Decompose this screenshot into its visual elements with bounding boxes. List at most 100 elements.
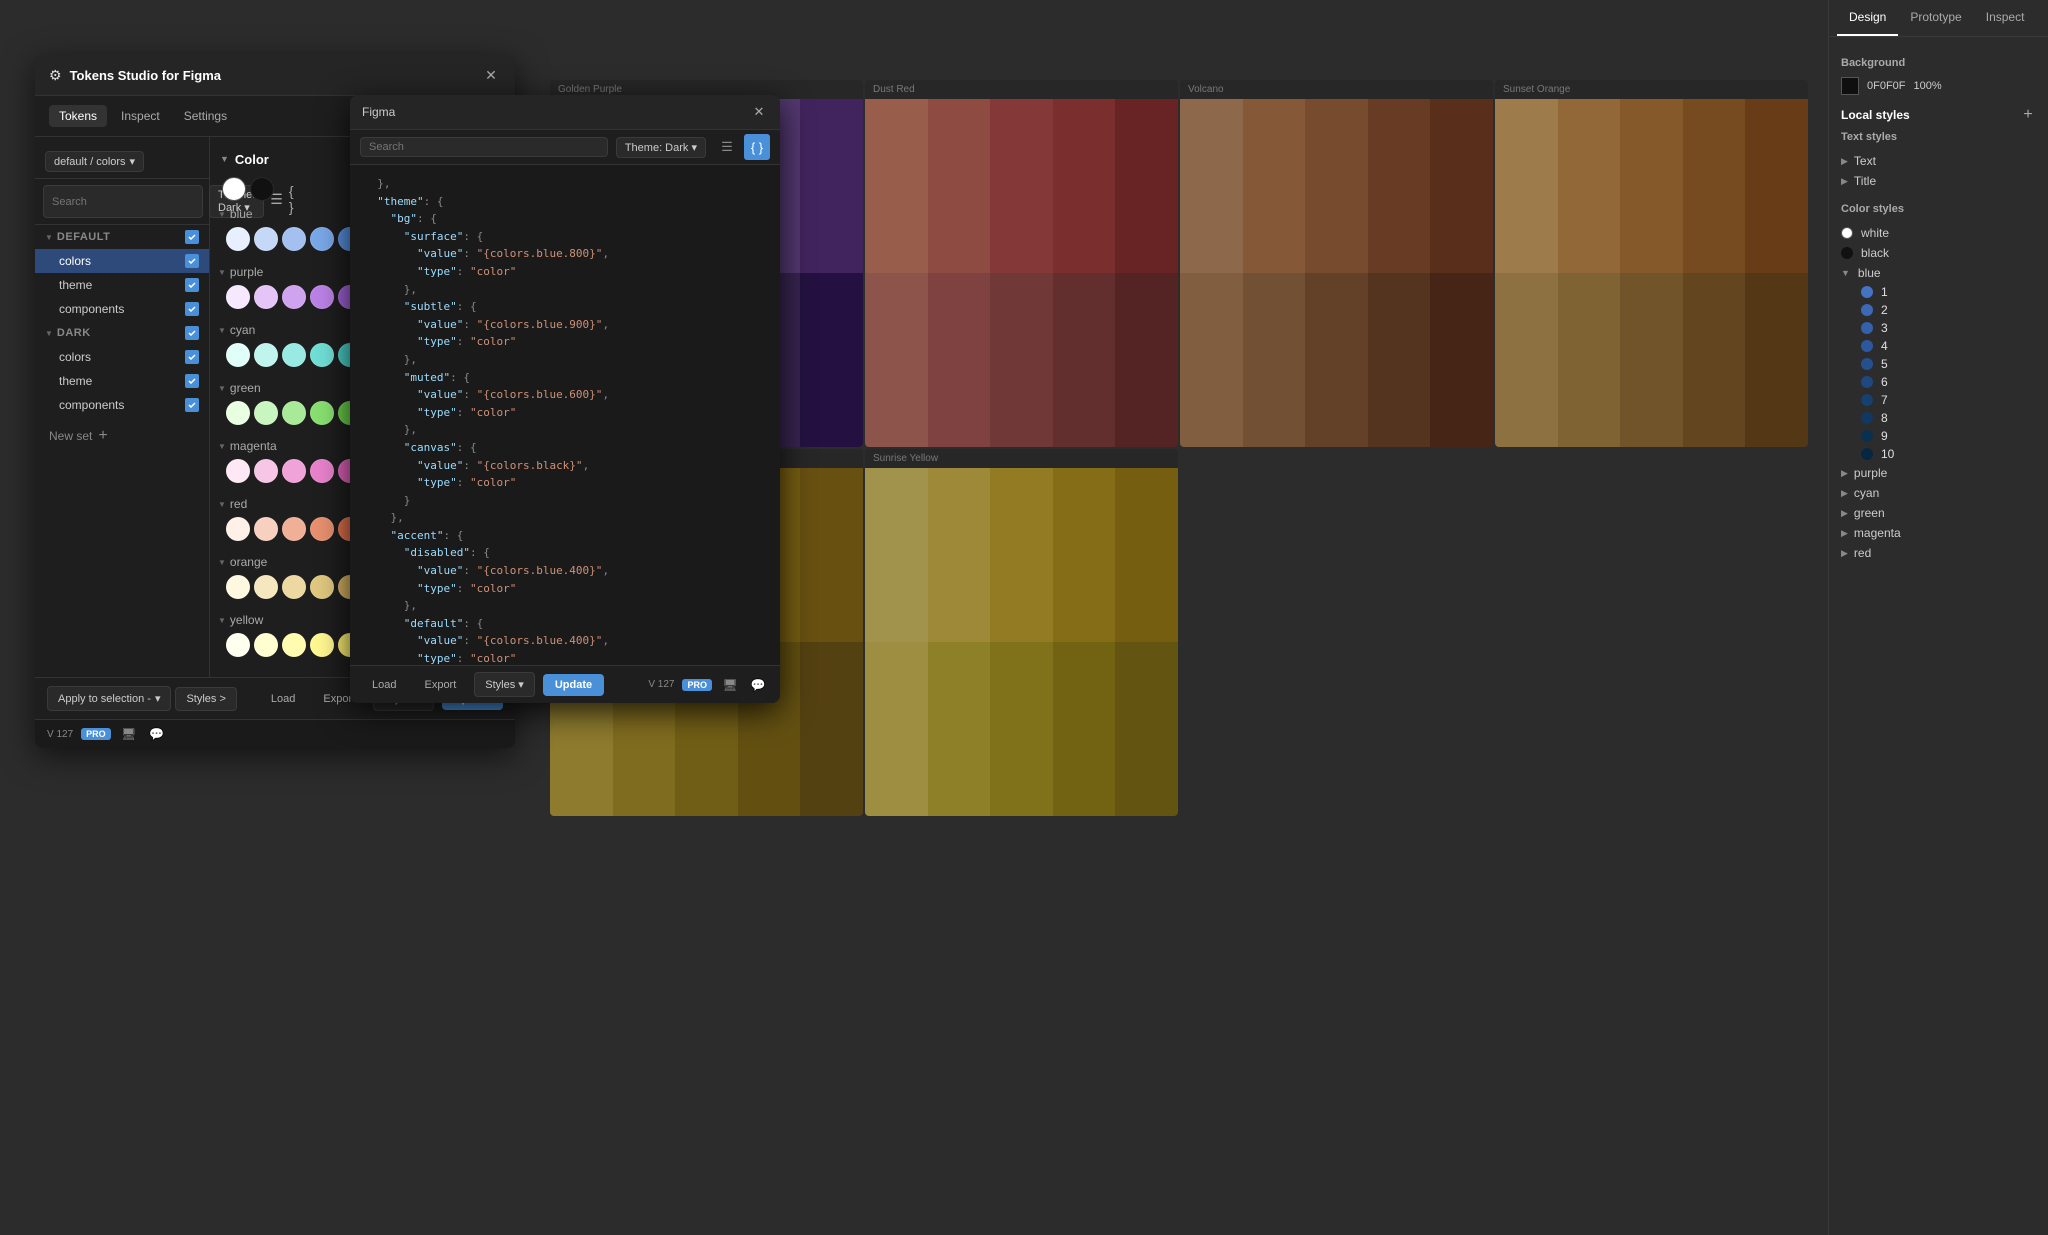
theme-checkbox[interactable] (185, 278, 199, 292)
red-swatch-2[interactable] (254, 517, 278, 541)
blue-swatch-2[interactable] (254, 227, 278, 251)
palette-swatch (1368, 99, 1431, 273)
sidebar-group-default[interactable]: ▼ default (35, 225, 209, 249)
magenta-swatch-4[interactable] (310, 459, 334, 483)
close-button[interactable]: ✕ (481, 65, 501, 85)
dark-colors-checkbox[interactable] (185, 350, 199, 364)
json-search-input[interactable] (360, 137, 608, 157)
path-selector[interactable]: default / colors ▾ (45, 151, 144, 172)
blue-swatch-4[interactable] (310, 227, 334, 251)
style-group-red[interactable]: ▶ red (1841, 543, 2036, 563)
blue-8-item[interactable]: 8 (1861, 409, 2036, 427)
new-set-button[interactable]: New set + (35, 421, 209, 451)
style-group-green[interactable]: ▶ green (1841, 503, 2036, 523)
json-load-button[interactable]: Load (362, 674, 406, 696)
json-close-button[interactable]: ✕ (750, 103, 768, 121)
style-group-purple[interactable]: ▶ purple (1841, 463, 2036, 483)
load-button[interactable]: Load (261, 688, 305, 710)
red-swatch-1[interactable] (226, 517, 250, 541)
magenta-swatch-3[interactable] (282, 459, 306, 483)
style-group-cyan[interactable]: ▶ cyan (1841, 483, 2036, 503)
sidebar-item-theme[interactable]: theme (35, 273, 209, 297)
cyan-swatch-3[interactable] (282, 343, 306, 367)
styles-button[interactable]: Styles > (175, 687, 236, 711)
green-swatch-1[interactable] (226, 401, 250, 425)
black-swatch[interactable] (250, 177, 274, 201)
json-styles-dropdown[interactable]: Styles ▾ (474, 672, 535, 697)
tab-inspect[interactable]: Inspect (1974, 0, 2037, 36)
sidebar-item-components[interactable]: components (35, 297, 209, 321)
colors-checkbox[interactable] (185, 254, 199, 268)
comment-icon[interactable]: 💬 (147, 724, 167, 744)
purple-swatch-3[interactable] (282, 285, 306, 309)
yellow-swatch-2[interactable] (254, 633, 278, 657)
components-checkbox[interactable] (185, 302, 199, 316)
color-style-white[interactable]: white (1841, 223, 2036, 243)
style-group-text[interactable]: ▶ Text (1841, 151, 2036, 171)
add-local-style-button[interactable]: + (2020, 107, 2036, 123)
yellow-swatch-3[interactable] (282, 633, 306, 657)
dark-checkbox[interactable] (185, 326, 199, 340)
blue-9-item[interactable]: 9 (1861, 427, 2036, 445)
blue-swatch-3[interactable] (282, 227, 306, 251)
style-group-magenta[interactable]: ▶ magenta (1841, 523, 2036, 543)
json-desktop-icon[interactable]: 🖥 (720, 675, 740, 695)
yellow-swatch-4[interactable] (310, 633, 334, 657)
cyan-swatch-1[interactable] (226, 343, 250, 367)
color-style-black[interactable]: black (1841, 243, 2036, 263)
json-code-view[interactable]: { } (744, 134, 770, 160)
blue-2-item[interactable]: 2 (1861, 301, 2036, 319)
desktop-icon[interactable]: 🖥 (119, 724, 139, 744)
tab-inspect[interactable]: Inspect (111, 105, 170, 127)
red-swatch-4[interactable] (310, 517, 334, 541)
color-style-blue[interactable]: ▼ blue (1841, 263, 2036, 283)
purple-swatch-2[interactable] (254, 285, 278, 309)
green-swatch-4[interactable] (310, 401, 334, 425)
style-group-title[interactable]: ▶ Title (1841, 171, 2036, 191)
tab-tokens[interactable]: Tokens (49, 105, 107, 127)
cyan-swatch-2[interactable] (254, 343, 278, 367)
orange-swatch-4[interactable] (310, 575, 334, 599)
white-swatch[interactable] (222, 177, 246, 201)
sidebar-item-dark-components[interactable]: components (35, 393, 209, 417)
blue-7-item[interactable]: 7 (1861, 391, 2036, 409)
sidebar-item-colors[interactable]: colors (35, 249, 209, 273)
sidebar-item-dark-theme[interactable]: theme (35, 369, 209, 393)
magenta-swatch-2[interactable] (254, 459, 278, 483)
sidebar-item-dark-colors[interactable]: colors (35, 345, 209, 369)
red-swatch-3[interactable] (282, 517, 306, 541)
blue-4-item[interactable]: 4 (1861, 337, 2036, 355)
green-swatch-2[interactable] (254, 401, 278, 425)
yellow-swatch-1[interactable] (226, 633, 250, 657)
palette-swatches-grid (865, 99, 1178, 447)
dark-components-checkbox[interactable] (185, 398, 199, 412)
purple-swatch-4[interactable] (310, 285, 334, 309)
json-export-button[interactable]: Export (414, 674, 466, 696)
orange-swatch-2[interactable] (254, 575, 278, 599)
cyan-swatch-4[interactable] (310, 343, 334, 367)
blue-6-item[interactable]: 6 (1861, 373, 2036, 391)
tab-settings[interactable]: Settings (174, 105, 237, 127)
orange-swatch-1[interactable] (226, 575, 250, 599)
default-checkbox[interactable] (185, 230, 199, 244)
blue-10-item[interactable]: 10 (1861, 445, 2036, 463)
search-input[interactable] (43, 185, 203, 218)
json-list-view[interactable]: ☰ (714, 134, 740, 160)
blue-5-item[interactable]: 5 (1861, 355, 2036, 373)
dark-theme-checkbox[interactable] (185, 374, 199, 388)
blue-swatch-1[interactable] (226, 227, 250, 251)
background-color-box[interactable] (1841, 77, 1859, 95)
apply-to-selection-button[interactable]: Apply to selection - ▾ (47, 686, 171, 711)
blue-1-item[interactable]: 1 (1861, 283, 2036, 301)
magenta-swatch-1[interactable] (226, 459, 250, 483)
tab-design[interactable]: Design (1837, 0, 1898, 36)
json-comment-icon[interactable]: 💬 (748, 675, 768, 695)
orange-swatch-3[interactable] (282, 575, 306, 599)
tab-prototype[interactable]: Prototype (1898, 0, 1973, 36)
json-update-button[interactable]: Update (543, 674, 604, 696)
json-theme-selector[interactable]: Theme: Dark ▾ (616, 137, 706, 158)
green-swatch-3[interactable] (282, 401, 306, 425)
blue-3-item[interactable]: 3 (1861, 319, 2036, 337)
sidebar-group-dark[interactable]: ▼ dark (35, 321, 209, 345)
purple-swatch-1[interactable] (226, 285, 250, 309)
